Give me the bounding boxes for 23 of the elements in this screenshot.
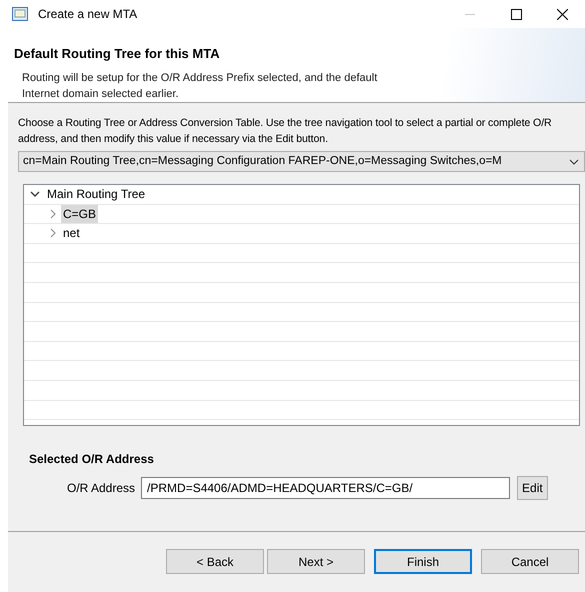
chevron-right-icon[interactable] (50, 228, 56, 238)
wizard-button[interactable]: Finish (374, 549, 472, 574)
edit-button[interactable]: Edit (517, 476, 548, 500)
section-heading: Selected O/R Address (29, 451, 155, 468)
chevron-right-icon[interactable] (50, 208, 56, 219)
wizard-button[interactable]: < Back (166, 549, 264, 574)
tree-item[interactable]: C=GB (61, 204, 98, 223)
routing-tree-dropdown[interactable]: cn=Main Routing Tree,cn=Messaging Configuration FAREP-ONE,o=Messaging Switches,o=M (18, 151, 585, 172)
window-icon (12, 7, 28, 21)
close-icon (556, 8, 568, 20)
maximize-icon (510, 8, 522, 20)
window-title: Create a new MTA (38, 6, 138, 23)
wizard-button[interactable]: Next > (267, 549, 365, 574)
wizard-button[interactable]: Cancel (481, 549, 579, 574)
instructions-text: Choose a Routing Tree or Address Conversion Table. Use the tree navigation tool to select a partial or complete O/R address, and then modify this value if necessary via the Edit button. (17, 116, 553, 147)
field-label: O/R Address (67, 480, 136, 497)
chevron-down-icon[interactable] (30, 191, 40, 198)
page-description: Routing will be setup for the O/R Address Prefix selected, and the default Internet domain selected earlier. (22, 70, 378, 102)
page-heading: Default Routing Tree for this MTA (14, 45, 221, 63)
address-field[interactable]: /PRMD=S4406/ADMD=HEADQUARTERS/C=GB/ (141, 477, 510, 499)
chevron-down-icon (569, 158, 579, 164)
tree-item[interactable]: Main Routing Tree (45, 185, 148, 204)
tree-item[interactable]: net (61, 224, 82, 242)
